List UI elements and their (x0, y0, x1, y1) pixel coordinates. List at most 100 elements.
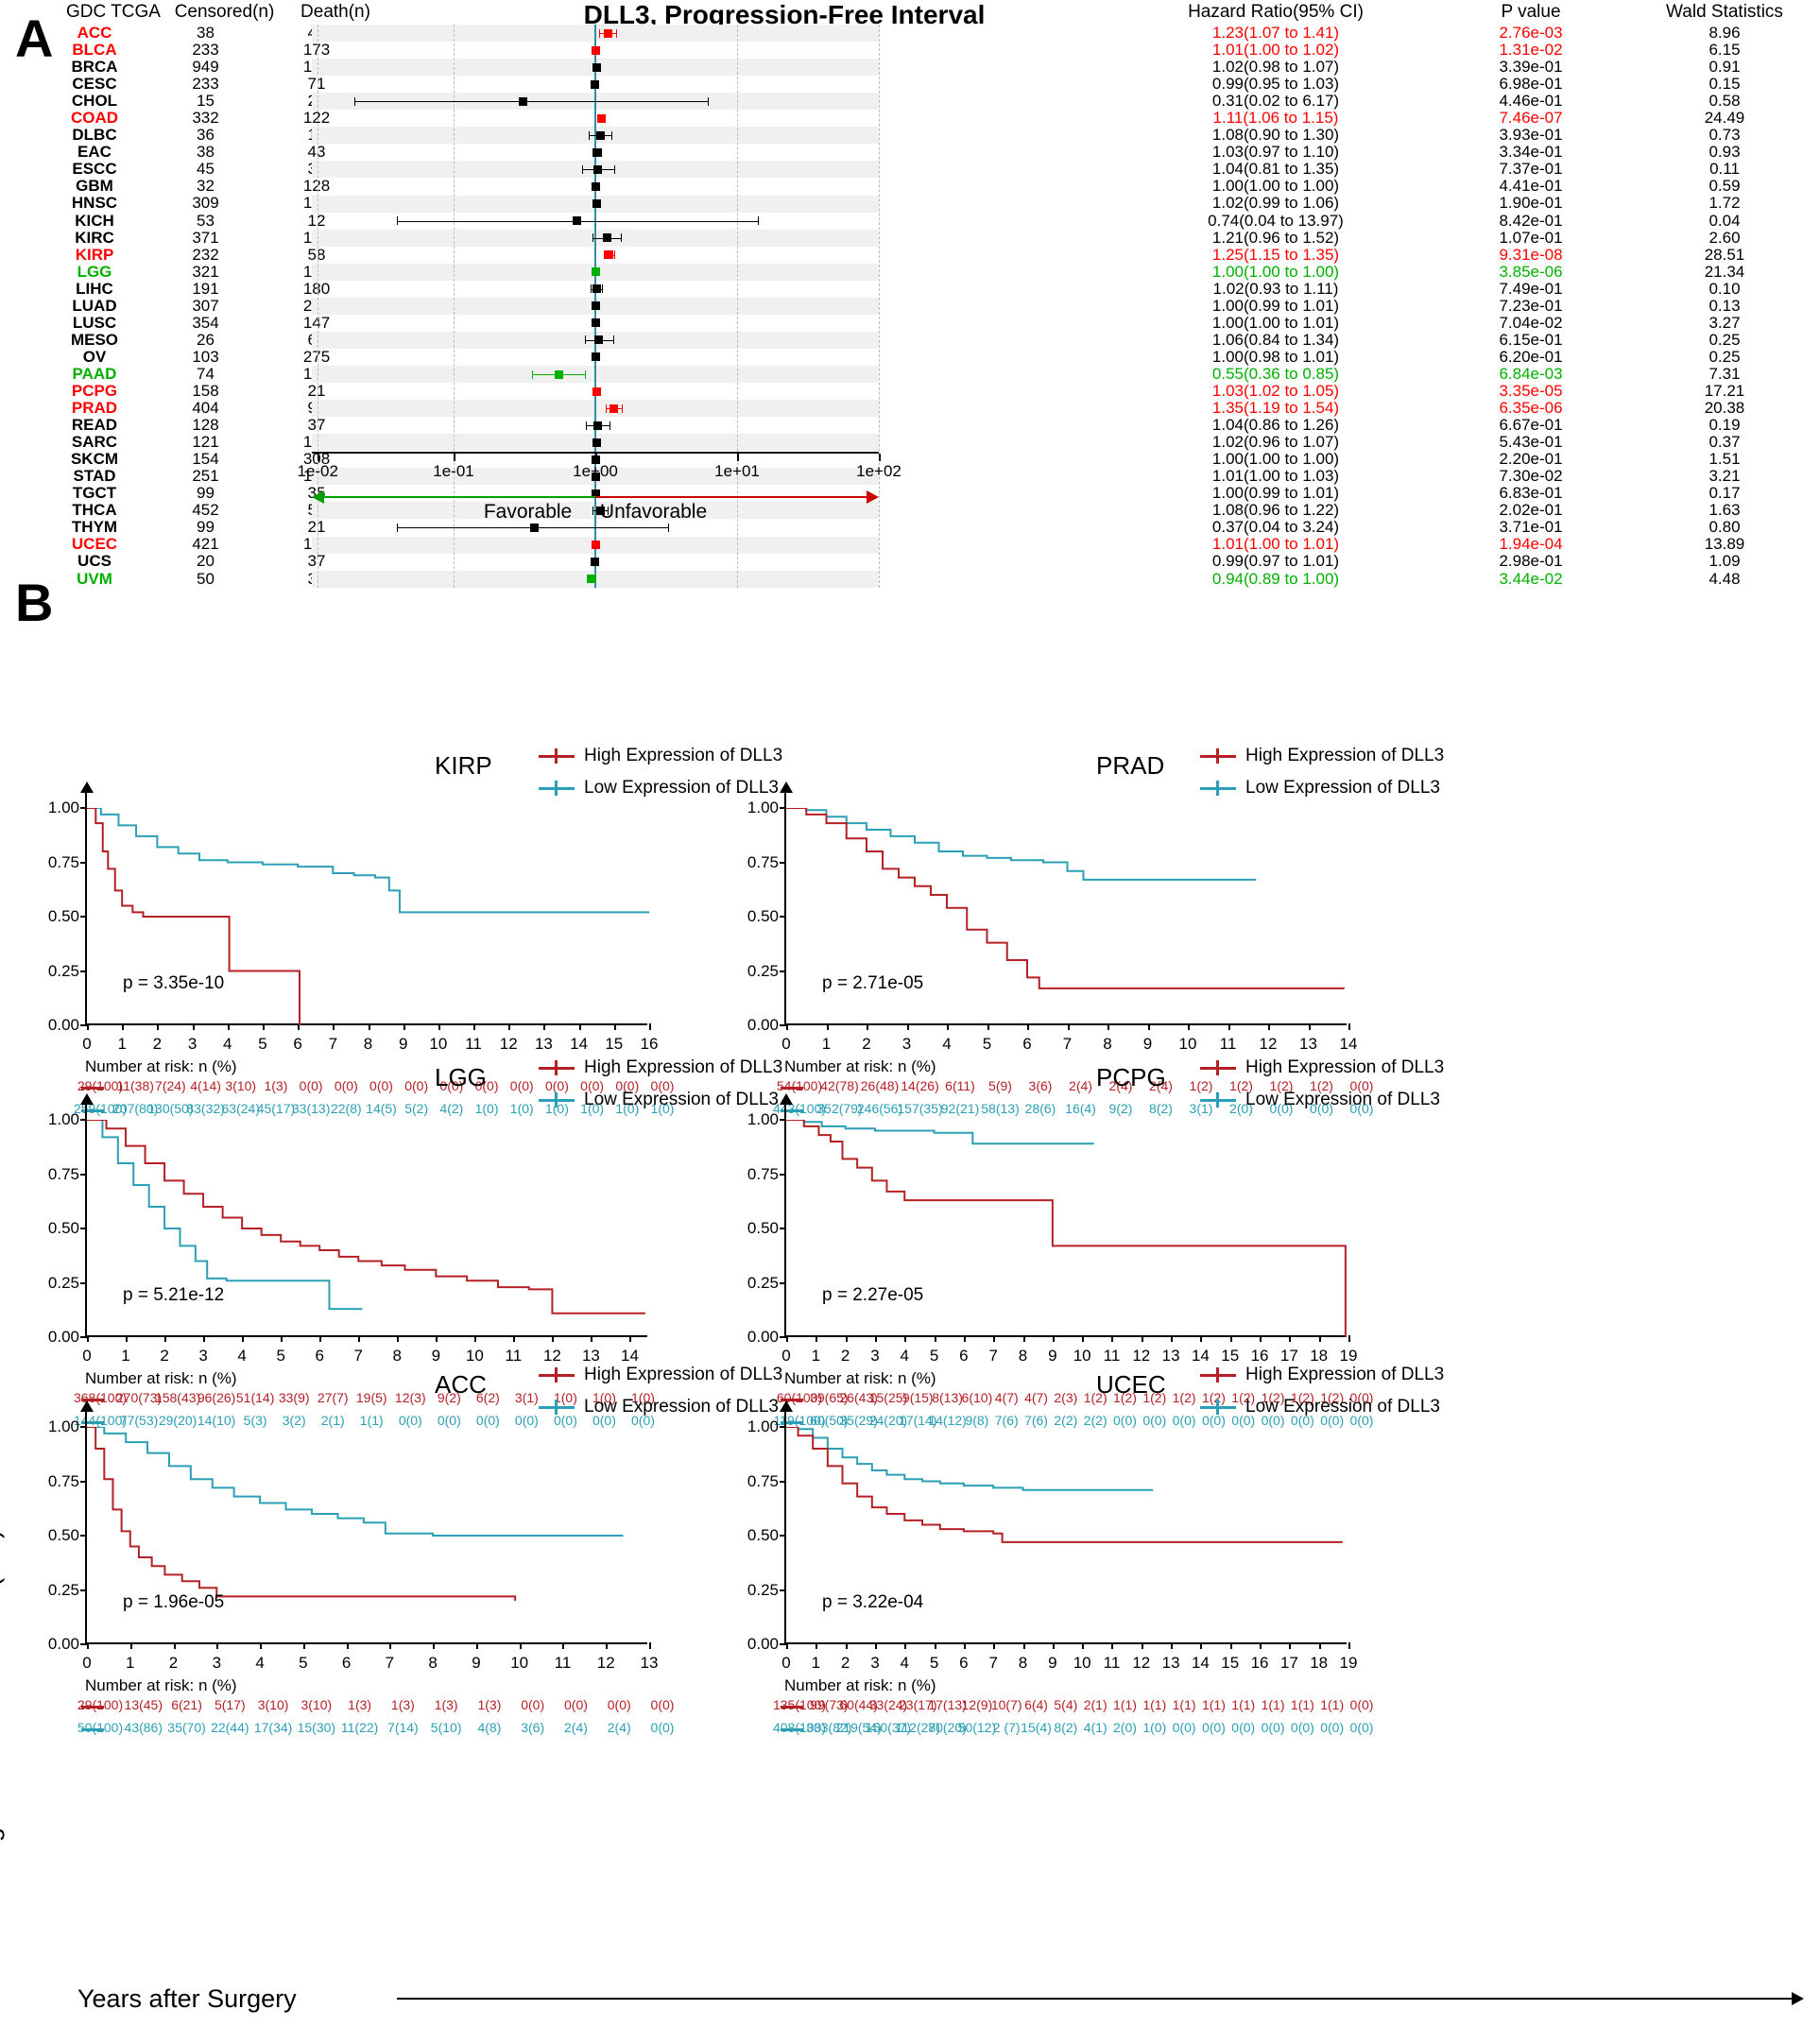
hazard-ratio-value: 1.23(1.07 to 1.41) (1211, 24, 1340, 42)
risk-cell: 0(0) (1172, 1720, 1196, 1735)
hazard-ratio-point (591, 352, 600, 362)
hazard-ratio-value: 1.02(0.99 to 1.06) (1211, 194, 1340, 213)
y-tick (80, 1173, 87, 1176)
stat-row: 1.04(0.81 to 1.35) 7.37e-01 0.11 (1120, 161, 1819, 178)
risk-cell: 1(1) (359, 1413, 384, 1428)
km-curve-low (87, 1120, 363, 1311)
x-tick-label: 15 (1221, 1654, 1240, 1672)
risk-table-title: Number at risk: n (%) (784, 1676, 936, 1694)
hazard-ratio-point (594, 335, 604, 345)
risk-cell: 22(8) (330, 1101, 362, 1116)
p-value: 1.94e-04 (1499, 535, 1563, 554)
risk-cell: 2(1) (1083, 1697, 1107, 1712)
x-tick-label: 2 (840, 1347, 850, 1365)
header-cohort: GDC TCGA (66, 2, 161, 22)
risk-cell: 45(17) (256, 1101, 296, 1116)
x-tick-label: 10 (465, 1347, 484, 1365)
panel-b-letter: B (15, 573, 54, 632)
censored-count: 26 (197, 330, 215, 349)
confidence-interval-cap (582, 164, 584, 174)
y-tick-label: 0.75 (47, 1471, 79, 1490)
censored-count: 103 (192, 347, 219, 366)
x-tick-label: 3 (187, 1035, 197, 1053)
wald-statistic: 0.58 (1708, 92, 1741, 111)
y-tick-label: 0.75 (747, 1471, 779, 1490)
y-tick-label: 0.25 (47, 1580, 79, 1599)
hazard-ratio-point (529, 523, 539, 532)
stat-row: 1.23(1.07 to 1.41) 2.76e-03 8.96 (1120, 24, 1819, 42)
legend-label-high: High Expression of DLL3 (584, 746, 783, 765)
x-tick-label: 6 (341, 1654, 352, 1672)
hazard-ratio-point (519, 96, 528, 106)
y-tick (780, 1228, 786, 1229)
censored-count: 74 (197, 364, 215, 383)
legend-marker-low (539, 1400, 575, 1415)
hazard-ratio-point (610, 404, 619, 413)
risk-cell: 0(0) (514, 1413, 539, 1428)
legend-marker-low (539, 781, 575, 796)
y-tick-label: 0.50 (747, 907, 779, 925)
y-tick (80, 1281, 87, 1284)
risk-cell: 246(56) (856, 1101, 903, 1116)
wald-statistic: 17.21 (1704, 381, 1745, 400)
cohort-name: UCS (77, 552, 112, 571)
risk-cell: 11(38) (116, 1078, 154, 1093)
risk-cell: 12(9) (961, 1697, 993, 1712)
y-tick-label: 0.75 (47, 1164, 79, 1183)
stat-row: 1.35(1.19 to 1.54) 6.35e-06 20.38 (1120, 399, 1819, 417)
favorable-arrow-line (323, 496, 595, 498)
x-tick-label: 14 (570, 1035, 589, 1053)
risk-row-low: 408(100) 333(82) 219(54) 150(37) 112(27) 80(2… (773, 1720, 1373, 1739)
stat-row: 0.94(0.89 to 1.00) 3.44e-02 4.48 (1120, 570, 1819, 588)
cohort-name: BLCA (72, 41, 117, 60)
wald-statistic: 24.49 (1704, 109, 1745, 128)
risk-cell: 3(1) (514, 1390, 539, 1405)
legend-marker-low (1200, 1400, 1236, 1415)
stat-row: 0.37(0.04 to 3.24) 3.71e-01 0.80 (1120, 519, 1819, 536)
x-tick-label: 1 (811, 1347, 821, 1365)
km-p-value: p = 1.96e-05 (123, 1592, 225, 1612)
risk-cell: 17(34) (253, 1720, 293, 1735)
confidence-interval-cap (613, 335, 615, 345)
panel-b-y-axis-label: Progression-Free Interval (PFI) (0, 1529, 5, 1881)
axis-tick-label: 1e+02 (856, 462, 901, 480)
x-tick (649, 1642, 651, 1649)
censored-count: 45 (197, 160, 215, 179)
x-tick-label: 12 (499, 1035, 518, 1053)
hazard-ratio-value: 1.00(0.99 to 1.01) (1211, 484, 1340, 503)
hazard-ratio-value: 1.25(1.15 to 1.35) (1211, 245, 1340, 264)
x-tick-label: 1 (117, 1035, 127, 1053)
km-title: ACC (435, 1370, 487, 1399)
x-tick-label: 11 (505, 1347, 523, 1365)
hazard-ratio-point (592, 284, 601, 294)
x-tick-label: 8 (363, 1035, 373, 1053)
y-tick (780, 1336, 786, 1338)
wald-statistic: 7.31 (1708, 364, 1741, 383)
cohort-name: MESO (70, 330, 119, 349)
wald-statistic: 28.51 (1704, 245, 1745, 264)
cohort-name: CHOL (71, 92, 118, 111)
y-axis-arrow-head (780, 1093, 793, 1105)
p-value: 2.76e-03 (1499, 24, 1563, 42)
risk-cell: 9(2) (1108, 1101, 1133, 1116)
censored-count: 321 (192, 262, 219, 281)
y-tick (80, 1589, 87, 1591)
wald-statistic: 0.25 (1708, 330, 1741, 349)
stat-row: 0.99(0.97 to 1.01) 2.98e-01 1.09 (1120, 553, 1819, 570)
y-tick-label: 0.00 (747, 1635, 779, 1653)
stat-row: 1.00(1.00 to 1.00) 4.41e-01 0.59 (1120, 178, 1819, 195)
x-tick-label: 12 (1132, 1654, 1151, 1672)
hazard-ratio-value: 1.06(0.84 to 1.34) (1211, 330, 1340, 349)
risk-cell: 2(4) (607, 1720, 631, 1735)
cohort-name: LIHC (76, 279, 113, 298)
risk-cell: 28(6) (1024, 1101, 1056, 1116)
hazard-ratio-point (587, 575, 596, 584)
wald-statistic: 2.60 (1708, 228, 1741, 247)
x-tick-label: 11 (554, 1654, 572, 1672)
km-legend: High Expression of DLL3 Low Expression of… (1200, 1359, 1444, 1423)
stat-row: 1.00(0.98 to 1.01) 6.20e-01 0.25 (1120, 348, 1819, 366)
confidence-interval-cap (613, 164, 615, 174)
risk-cell: 10(7) (990, 1697, 1022, 1712)
censored-count: 404 (192, 399, 219, 418)
risk-cell: 15(4) (1021, 1720, 1052, 1735)
